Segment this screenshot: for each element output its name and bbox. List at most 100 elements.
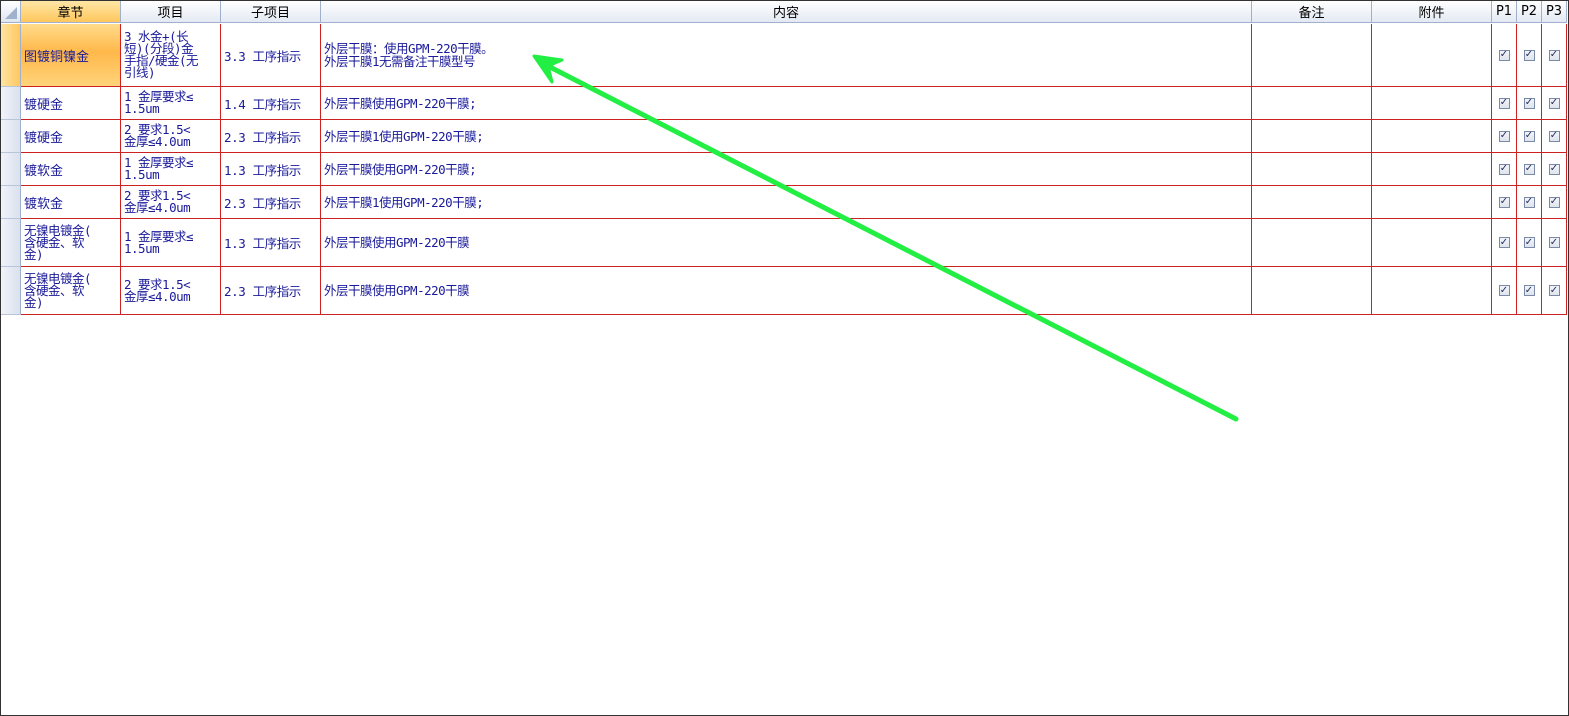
check-mark-icon: ✓ — [1524, 49, 1534, 60]
header-col-p3[interactable]: P3 — [1542, 1, 1567, 23]
cell-chapter-text: 图镀铜镍金 — [24, 49, 90, 65]
cell-note[interactable] — [1252, 87, 1372, 120]
checkbox-icon[interactable]: ✓ — [1498, 97, 1510, 109]
checkbox-icon[interactable]: ✓ — [1498, 163, 1510, 175]
header-col-chapter[interactable]: 章节 — [21, 1, 121, 23]
row-indicator[interactable] — [1, 87, 21, 120]
cell-subitem[interactable]: 1.3 工序指示 — [221, 153, 321, 186]
cell-content[interactable]: 外层干膜使用GPM-220干膜; — [321, 87, 1252, 120]
cell-attachment[interactable] — [1372, 267, 1492, 315]
cell-chapter[interactable]: 图镀铜镍金 — [21, 24, 121, 87]
checkbox-icon[interactable]: ✓ — [1498, 130, 1510, 142]
checkbox-icon[interactable]: ✓ — [1523, 49, 1535, 61]
cell-attachment[interactable] — [1372, 186, 1492, 219]
checkbox-icon[interactable]: ✓ — [1548, 237, 1560, 248]
checkbox-icon[interactable]: ✓ — [1498, 49, 1510, 61]
checkbox-icon[interactable]: ✓ — [1498, 285, 1510, 296]
cell-p2: ✓ — [1517, 186, 1542, 219]
cell-attachment[interactable] — [1372, 153, 1492, 186]
cell-content[interactable]: 外层干膜使用GPM-220干膜; — [321, 153, 1252, 186]
cell-content[interactable]: 外层干膜：使用GPM-220干膜。 外层干膜1无需备注干膜型号 — [321, 24, 1252, 87]
cell-item[interactable]: 2 要求1.5< 金厚≤4.0um — [121, 267, 221, 315]
cell-chapter[interactable]: 镀硬金 — [21, 120, 121, 153]
cell-note[interactable] — [1252, 186, 1372, 219]
cell-subitem[interactable]: 2.3 工序指示 — [221, 120, 321, 153]
cell-attachment[interactable] — [1372, 87, 1492, 120]
cell-content[interactable]: 外层干膜1使用GPM-220干膜; — [321, 186, 1252, 219]
cell-chapter[interactable]: 无镍电镀金( 含硬金、软 金) — [21, 219, 121, 267]
header-col-p2[interactable]: P2 — [1517, 1, 1542, 23]
cell-content[interactable]: 外层干膜使用GPM-220干膜 — [321, 219, 1252, 267]
cell-item[interactable]: 1 金厚要求≤ 1.5um — [121, 219, 221, 267]
cell-chapter[interactable]: 镀软金 — [21, 186, 121, 219]
cell-subitem[interactable]: 1.4 工序指示 — [221, 87, 321, 120]
row-indicator[interactable] — [1, 267, 21, 315]
cell-item[interactable]: 2 要求1.5< 金厚≤4.0um — [121, 120, 221, 153]
checkbox-icon[interactable]: ✓ — [1548, 285, 1560, 296]
cell-chapter-text: 镀软金 — [24, 163, 64, 179]
cell-p3: ✓ — [1542, 219, 1567, 267]
cell-attachment[interactable] — [1372, 24, 1492, 87]
cell-attachment[interactable] — [1372, 120, 1492, 153]
check-mark-icon: ✓ — [1524, 284, 1534, 296]
row-indicator[interactable] — [1, 186, 21, 219]
checkbox-icon[interactable]: ✓ — [1548, 163, 1560, 175]
checkbox-icon[interactable]: ✓ — [1498, 237, 1510, 248]
check-mark-icon: ✓ — [1524, 196, 1534, 207]
cell-p3: ✓ — [1542, 24, 1567, 87]
header-col-p1[interactable]: P1 — [1492, 1, 1517, 23]
header-col-item[interactable]: 项目 — [121, 1, 221, 23]
check-mark-icon: ✓ — [1499, 49, 1509, 60]
checkbox-icon[interactable]: ✓ — [1548, 49, 1560, 61]
cell-content-text: 外层干膜使用GPM-220干膜; — [324, 95, 477, 111]
cell-note[interactable] — [1252, 219, 1372, 267]
cell-attachment[interactable] — [1372, 219, 1492, 267]
check-mark-icon: ✓ — [1549, 97, 1559, 108]
cell-subitem[interactable]: 2.3 工序指示 — [221, 267, 321, 315]
cell-chapter-text: 镀软金 — [24, 196, 64, 212]
header-col-note[interactable]: 备注 — [1252, 1, 1372, 23]
select-all-corner[interactable] — [1, 1, 21, 23]
cell-chapter[interactable]: 镀硬金 — [21, 87, 121, 120]
cell-subitem[interactable]: 1.3 工序指示 — [221, 219, 321, 267]
checkbox-icon[interactable]: ✓ — [1498, 196, 1510, 208]
cell-subitem[interactable]: 3.3 工序指示 — [221, 24, 321, 87]
cell-item-text: 1 金厚要求≤ 1.5um — [124, 89, 194, 116]
row-indicator[interactable] — [1, 219, 21, 267]
check-mark-icon: ✓ — [1524, 130, 1534, 141]
checkbox-icon[interactable]: ✓ — [1523, 130, 1535, 142]
checkbox-icon[interactable]: ✓ — [1548, 196, 1560, 208]
cell-chapter[interactable]: 无镍电镀金( 含硬金、软 金) — [21, 267, 121, 315]
checkbox-icon[interactable]: ✓ — [1548, 97, 1560, 109]
checkbox-icon[interactable]: ✓ — [1548, 130, 1560, 142]
check-mark-icon: ✓ — [1549, 49, 1559, 60]
cell-item[interactable]: 1 金厚要求≤ 1.5um — [121, 153, 221, 186]
cell-item[interactable]: 1 金厚要求≤ 1.5um — [121, 87, 221, 120]
header-col-subitem[interactable]: 子项目 — [221, 1, 321, 23]
checkbox-icon[interactable]: ✓ — [1523, 237, 1535, 248]
cell-note[interactable] — [1252, 120, 1372, 153]
cell-item[interactable]: 3 水金+(长 短)(分段)金 手指/硬金(无 引线) — [121, 24, 221, 87]
cell-subitem[interactable]: 2.3 工序指示 — [221, 186, 321, 219]
cell-p3: ✓ — [1542, 153, 1567, 186]
checkbox-icon[interactable]: ✓ — [1523, 284, 1535, 296]
cell-note[interactable] — [1252, 24, 1372, 87]
cell-item[interactable]: 2 要求1.5< 金厚≤4.0um — [121, 186, 221, 219]
checkbox-icon[interactable]: ✓ — [1523, 163, 1535, 175]
cell-p2: ✓ — [1517, 87, 1542, 120]
check-mark-icon: ✓ — [1549, 163, 1559, 174]
row-indicator[interactable] — [1, 153, 21, 186]
cell-p3: ✓ — [1542, 120, 1567, 153]
cell-note[interactable] — [1252, 153, 1372, 186]
row-indicator[interactable] — [1, 120, 21, 153]
cell-p3: ✓ — [1542, 186, 1567, 219]
checkbox-icon[interactable]: ✓ — [1523, 97, 1535, 109]
cell-content[interactable]: 外层干膜使用GPM-220干膜 — [321, 267, 1252, 315]
checkbox-icon[interactable]: ✓ — [1523, 196, 1535, 208]
row-indicator[interactable] — [1, 24, 21, 87]
cell-content[interactable]: 外层干膜1使用GPM-220干膜; — [321, 120, 1252, 153]
header-col-content[interactable]: 内容 — [321, 1, 1252, 23]
cell-note[interactable] — [1252, 267, 1372, 315]
cell-chapter[interactable]: 镀软金 — [21, 153, 121, 186]
header-col-attachment[interactable]: 附件 — [1372, 1, 1492, 23]
